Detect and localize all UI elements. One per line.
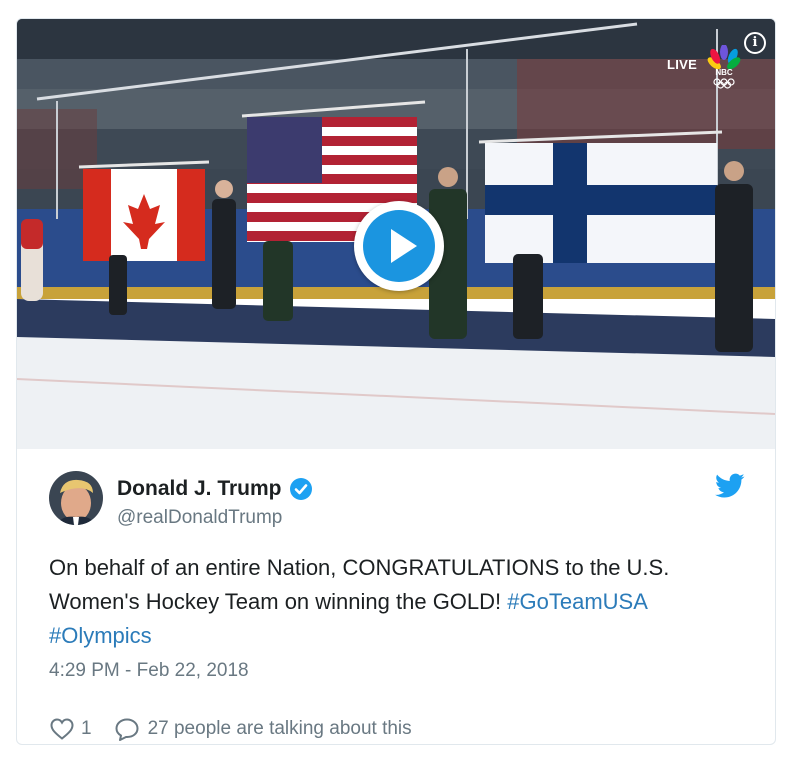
author-row[interactable]: Donald J. Trump xyxy=(117,477,313,501)
play-icon xyxy=(391,229,417,263)
info-icon[interactable]: i xyxy=(744,32,766,54)
tweet-body: Donald J. Trump @realDonaldTrump On beha… xyxy=(17,449,775,744)
hashtag-olympics[interactable]: #Olympics xyxy=(49,623,152,648)
heart-icon[interactable] xyxy=(49,717,75,741)
author-name[interactable]: Donald J. Trump xyxy=(117,477,282,501)
network-label: NBC xyxy=(715,68,733,77)
olympic-rings-icon xyxy=(713,78,735,89)
hashtag-goteamusa[interactable]: #GoTeamUSA xyxy=(507,589,648,614)
author-handle[interactable]: @realDonaldTrump xyxy=(117,507,282,529)
twitter-bird-icon[interactable] xyxy=(715,473,745,499)
avatar[interactable] xyxy=(49,471,103,525)
verified-badge-icon xyxy=(289,478,312,500)
tweet-actions: 1 27 people are talking about this xyxy=(49,717,412,741)
reply-bubble-icon[interactable] xyxy=(114,717,140,741)
like-count[interactable]: 1 xyxy=(81,718,92,740)
tweet-card[interactable]: LIVE NBC i Donald J. Trump @realDonaldTr… xyxy=(16,18,776,745)
network-logo: NBC xyxy=(707,44,741,94)
tweet-timestamp[interactable]: 4:29 PM - Feb 22, 2018 xyxy=(49,660,249,682)
play-button[interactable] xyxy=(354,201,444,291)
video-player[interactable]: LIVE NBC i xyxy=(17,19,775,449)
talking-count[interactable]: 27 people are talking about this xyxy=(148,718,412,740)
tweet-text: On behalf of an entire Nation, CONGRATUL… xyxy=(49,551,749,653)
live-label: LIVE xyxy=(667,57,698,72)
